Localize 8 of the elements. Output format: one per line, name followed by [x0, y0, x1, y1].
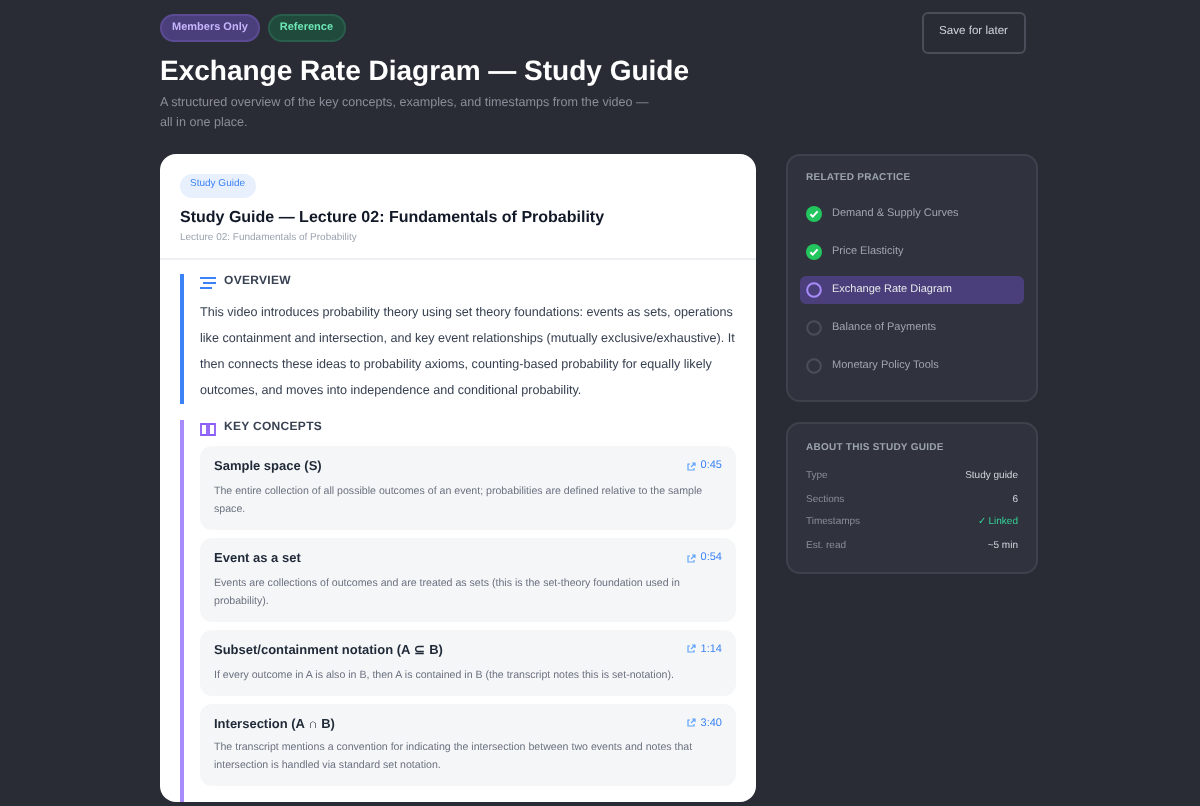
- page-title: Exchange Rate Diagram — Study Guide: [160, 52, 690, 89]
- guide-title: Study Guide — Lecture 02: Fundamentals of Probability: [180, 205, 605, 230]
- external-link-icon: [686, 461, 697, 472]
- book-icon: [200, 422, 216, 437]
- lines-icon: [200, 276, 216, 291]
- external-link-icon: [686, 553, 697, 564]
- external-link-icon: [686, 644, 697, 655]
- external-link-icon: [686, 718, 697, 729]
